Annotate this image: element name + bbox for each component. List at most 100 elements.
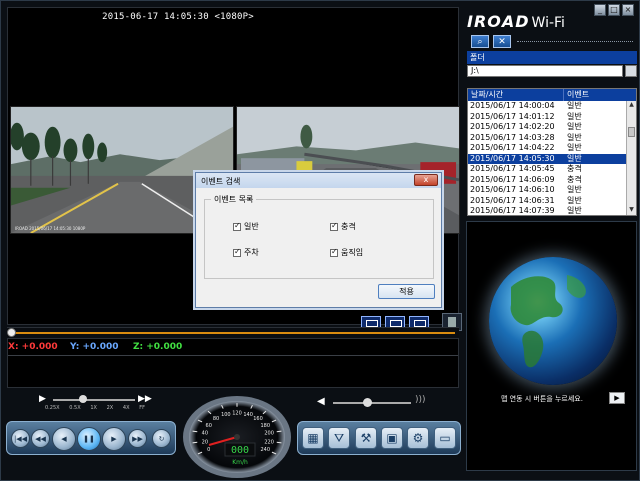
next-frame-icon[interactable]: ▶▶ — [128, 429, 147, 448]
gsensor-graph: X: +0.000 Y: +0.000 Z: +0.000 — [7, 338, 459, 388]
gsensor-y-value: Y: +0.000 — [70, 342, 119, 352]
speed-tick-label: 100 — [221, 412, 231, 418]
event-time: 2015/06/17 14:05:30 — [470, 153, 555, 163]
speed-tick-mark — [192, 441, 198, 444]
minimize-button[interactable]: _ — [594, 4, 606, 16]
slow-icon[interactable]: ▶ — [39, 394, 46, 404]
film-icon[interactable]: ▦ — [302, 427, 324, 449]
scroll-down-icon[interactable]: ▼ — [627, 206, 636, 215]
checkbox-parking[interactable]: 주차 — [233, 247, 259, 258]
event-type: 일반 — [567, 122, 582, 131]
event-time: 2015/06/17 14:07:39 — [470, 206, 555, 215]
event-list-scrollbar[interactable]: ▲ ▼ — [626, 101, 636, 215]
speed-tick-mark — [276, 441, 282, 444]
event-list-row[interactable]: 2015/06/17 14:06:31 일반 — [468, 196, 626, 207]
speed-tick-mark — [276, 430, 282, 433]
fast-forward-icon[interactable]: ▶▶ — [138, 394, 152, 404]
map-panel: 맵 연동 시 버튼을 누르세요. ▶ — [466, 221, 637, 471]
checkbox-box[interactable] — [233, 221, 241, 231]
play-icon[interactable]: ▶ — [102, 427, 126, 451]
brand-logo: IROAD Wi-Fi — [467, 12, 565, 31]
map-hint-text: 맵 연동 시 버튼을 누르세요. — [501, 395, 583, 403]
speed-label: 4X — [122, 405, 130, 411]
road-icon[interactable]: ⛛ — [328, 427, 350, 449]
speed-label: 2X — [106, 405, 114, 411]
playback-speed-control[interactable]: ▶ ▶▶ 0.25X 0.5X 1X 2X 4X FF — [37, 393, 157, 415]
gsensor-x-value: X: +0.000 — [8, 342, 58, 352]
column-header-time[interactable]: 날짜/시간 — [468, 89, 564, 101]
scroll-up-icon[interactable]: ▲ — [627, 101, 636, 110]
volume-slider-handle[interactable] — [363, 398, 372, 407]
event-list-row[interactable]: 2015/06/17 14:02:20 일반 — [468, 122, 626, 133]
event-type: 일반 — [567, 132, 582, 142]
skip-start-icon[interactable]: |◀◀ — [11, 429, 30, 448]
speed-label: 1X — [90, 405, 97, 411]
save-icon[interactable]: ▣ — [381, 427, 403, 449]
search-icon[interactable]: ⌕ — [471, 35, 489, 48]
dialog-close-button[interactable]: x — [414, 174, 438, 186]
event-time: 2015/06/17 14:02:20 — [470, 122, 555, 131]
checkbox-impact[interactable]: 충격 — [330, 221, 356, 232]
event-type: 일반 — [567, 111, 582, 121]
settings-icon[interactable]: ✕ — [493, 35, 511, 48]
apply-button[interactable]: 적용 — [378, 284, 435, 299]
loop-icon[interactable]: ↻ — [152, 429, 171, 448]
checkbox-motion[interactable]: 움직임 — [330, 247, 363, 258]
checkbox-box[interactable] — [233, 247, 241, 257]
maximize-button[interactable]: □ — [608, 4, 620, 16]
seek-track[interactable] — [11, 332, 455, 334]
gsensor-axis-line — [8, 355, 458, 356]
tool-buttons: ▦ ⛛ ⚒ ▣ ⚙ ▭ — [297, 421, 461, 455]
checkbox-normal[interactable]: 일반 — [233, 221, 259, 232]
volume-icon[interactable]: ◀ — [317, 396, 325, 407]
event-list-row[interactable]: 2015/06/17 14:06:10 일반 — [468, 185, 626, 196]
event-list-row[interactable]: 2015/06/17 14:03:28 일반 — [468, 133, 626, 144]
speed-slider-track[interactable] — [53, 399, 135, 401]
speed-unit: Km/h — [232, 459, 248, 466]
brand-name: IROAD — [467, 12, 530, 31]
event-list-row[interactable]: 2015/06/17 14:05:30 일반 — [468, 153, 626, 164]
event-list-row[interactable]: 2015/06/17 14:04:22 일반 — [468, 143, 626, 154]
scroll-thumb[interactable] — [628, 127, 635, 137]
checkbox-label: 일반 — [244, 222, 259, 231]
rewind-icon[interactable]: ◀◀ — [31, 429, 50, 448]
event-list-row[interactable]: 2015/06/17 14:05:45 충격 — [468, 164, 626, 175]
event-type: 충격 — [567, 164, 582, 173]
column-header-event[interactable]: 이벤트 — [564, 89, 589, 101]
volume-slider-track[interactable] — [333, 402, 411, 404]
event-list-row[interactable]: 2015/06/17 14:06:09 충격 — [468, 175, 626, 186]
event-list-header: 날짜/시간 이벤트 — [468, 89, 636, 101]
event-type: 일반 — [567, 101, 582, 110]
folder-path-field[interactable]: J:\ — [467, 65, 623, 77]
folder-label: 폴더 — [467, 51, 637, 64]
event-search-dialog: 이벤트 검색 x 이벤트 목록 일반 충격 주차 움직임 적용 — [195, 172, 442, 308]
speed-labels: 0.25X 0.5X 1X 2X 4X FF — [45, 405, 145, 411]
event-list-row[interactable]: 2015/06/17 14:00:04 일반 — [468, 101, 626, 112]
event-list-row[interactable]: 2015/06/17 14:01:12 일반 — [468, 112, 626, 123]
seek-bar[interactable] — [7, 327, 459, 337]
speed-tick-label: 80 — [213, 416, 219, 422]
transport-controls: |◀◀ ◀◀ ◀ ❚❚ ▶ ▶▶ ▶▶| ↻ — [6, 421, 176, 455]
close-button[interactable]: × — [622, 4, 634, 16]
event-type: 일반 — [567, 143, 582, 152]
prev-frame-icon[interactable]: ◀ — [52, 427, 76, 451]
folder-browse-button[interactable] — [625, 65, 637, 77]
checkbox-box[interactable] — [330, 247, 338, 257]
event-list[interactable]: 날짜/시간 이벤트 2015/06/17 14:00:04 일반 2015/06/1… — [467, 88, 637, 216]
checkbox-label: 주차 — [244, 248, 259, 257]
speed-tick-label: 60 — [206, 423, 212, 429]
tools-icon[interactable]: ⚒ — [355, 427, 377, 449]
checkbox-box[interactable] — [330, 221, 338, 231]
speed-tick-label: 220 — [264, 439, 274, 445]
gear-icon[interactable]: ⚙ — [407, 427, 429, 449]
speed-digits: 000 — [231, 445, 249, 456]
volume-max-icon: ))) — [415, 395, 426, 405]
panel-toolbar: ⌕ ✕ — [467, 35, 637, 49]
folder-icon[interactable]: ▭ — [434, 427, 456, 449]
map-play-button[interactable]: ▶ — [609, 392, 625, 404]
event-time: 2015/06/17 14:05:45 — [470, 164, 555, 173]
event-list-row[interactable]: 2015/06/17 14:07:39 일반 — [468, 206, 626, 215]
seek-handle[interactable] — [7, 328, 16, 337]
pause-icon[interactable]: ❚❚ — [77, 427, 101, 451]
speed-slider-handle[interactable] — [79, 395, 87, 403]
